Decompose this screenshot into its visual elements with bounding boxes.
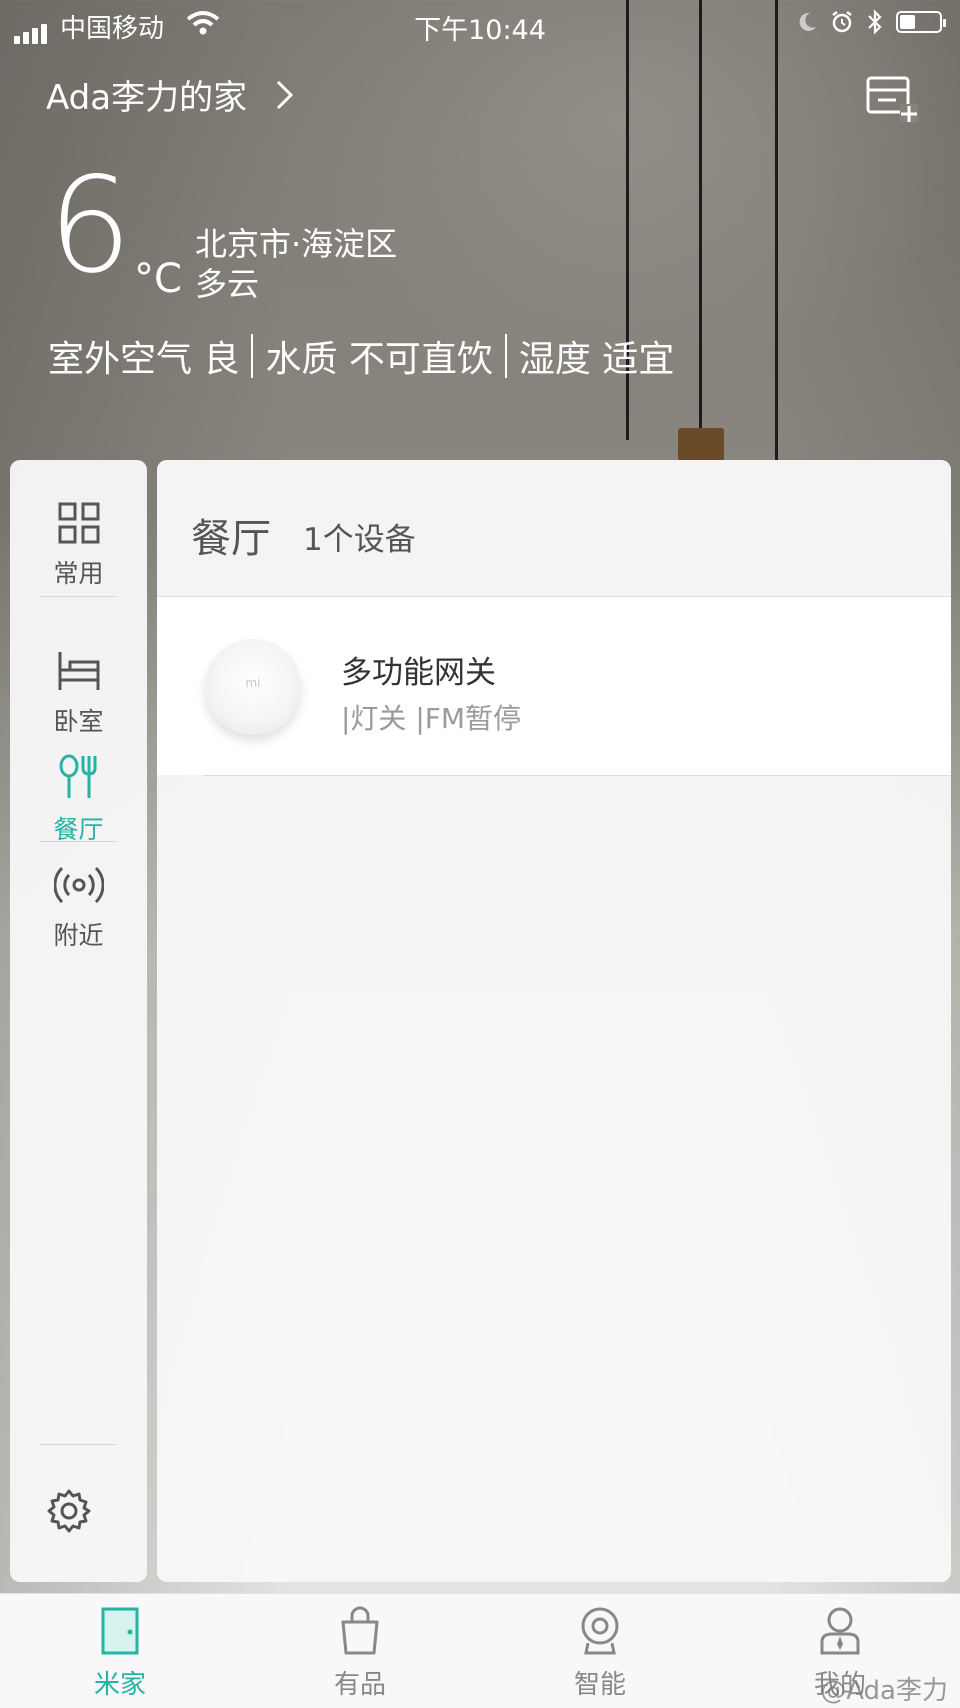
chevron-right-icon [277,80,294,109]
sidebar-item-label: 卧室 [53,707,104,736]
person-icon [820,1607,860,1655]
sidebar-item-bedroom[interactable]: 卧室 [10,650,147,738]
humidity: 湿度 适宜 [518,339,675,380]
divider [203,775,951,776]
gateway-device-image: mi [205,639,301,735]
device-status: |灯关 |FM暂停 [341,702,522,735]
divider [40,1444,116,1445]
air-quality: 室外空气 良 [48,339,240,380]
moon-icon [799,12,816,31]
sidebar-item-common[interactable]: 常用 [10,502,147,590]
temperature-unit: °C [134,256,182,302]
watermark: @Ada李力 [820,1676,948,1706]
tab-mijia[interactable]: 米家 [50,1606,190,1701]
bluetooth-icon [868,9,882,35]
bottom-tab-bar: 米家 有品 智能 我的 [0,1593,960,1708]
battery-icon [896,11,946,33]
camera-icon [581,1607,619,1655]
battery-level [900,15,915,29]
divider [40,596,116,597]
home-name: Ada李力的家 [46,78,248,118]
room-sidebar: 常用 卧室 餐厅 附近 [10,460,147,1582]
device-card[interactable]: mi 多功能网关 |灯关 |FM暂停 [157,597,951,775]
tab-label: 有品 [333,1670,386,1700]
device-count: 1个设备 [303,522,416,558]
weather-condition: 多云 [195,265,260,303]
water-quality: 水质 不可直饮 [265,339,493,380]
sidebar-item-nearby[interactable]: 附近 [10,864,147,952]
sidebar-item-label: 常用 [53,559,104,588]
add-room-icon[interactable] [866,76,918,122]
bed-icon [58,652,99,690]
divider [251,334,254,378]
settings-gear-icon[interactable] [46,1488,92,1534]
nearby-icon [52,866,105,904]
status-bar: 中国移动 下午10:44 [0,0,960,48]
pendant-cord [775,0,778,460]
grid-icon [58,502,99,544]
environment-metrics: 室外空气 良 水质 不可直饮 湿度 适宜 [48,330,674,382]
dining-icon [59,754,96,798]
tab-smart[interactable]: 智能 [530,1606,670,1701]
room-header: 餐厅 1个设备 [157,460,951,597]
tab-label: 米家 [93,1670,146,1700]
pendant-lamp [678,428,724,464]
pendant-cord [699,0,702,430]
tab-label: 智能 [573,1670,626,1700]
divider [504,334,507,378]
temperature: 6 [48,149,132,303]
room-panel: 餐厅 1个设备 mi 多功能网关 |灯关 |FM暂停 [157,460,951,1582]
alarm-icon [832,11,852,33]
room-name: 餐厅 [191,516,271,562]
location-label: 北京市·海淀区 [195,225,398,263]
home-selector[interactable]: Ada李力的家 [46,70,295,119]
sidebar-item-label: 附近 [53,921,104,950]
mi-logo: mi [245,676,261,690]
sidebar-item-dining[interactable]: 餐厅 [10,754,147,846]
door-icon [101,1607,139,1655]
tab-youpin[interactable]: 有品 [290,1606,430,1701]
divider [40,841,116,842]
weather-location-block: 北京市·海淀区 多云 [195,224,397,304]
device-name: 多功能网关 [341,655,496,691]
bag-icon [341,1606,379,1655]
